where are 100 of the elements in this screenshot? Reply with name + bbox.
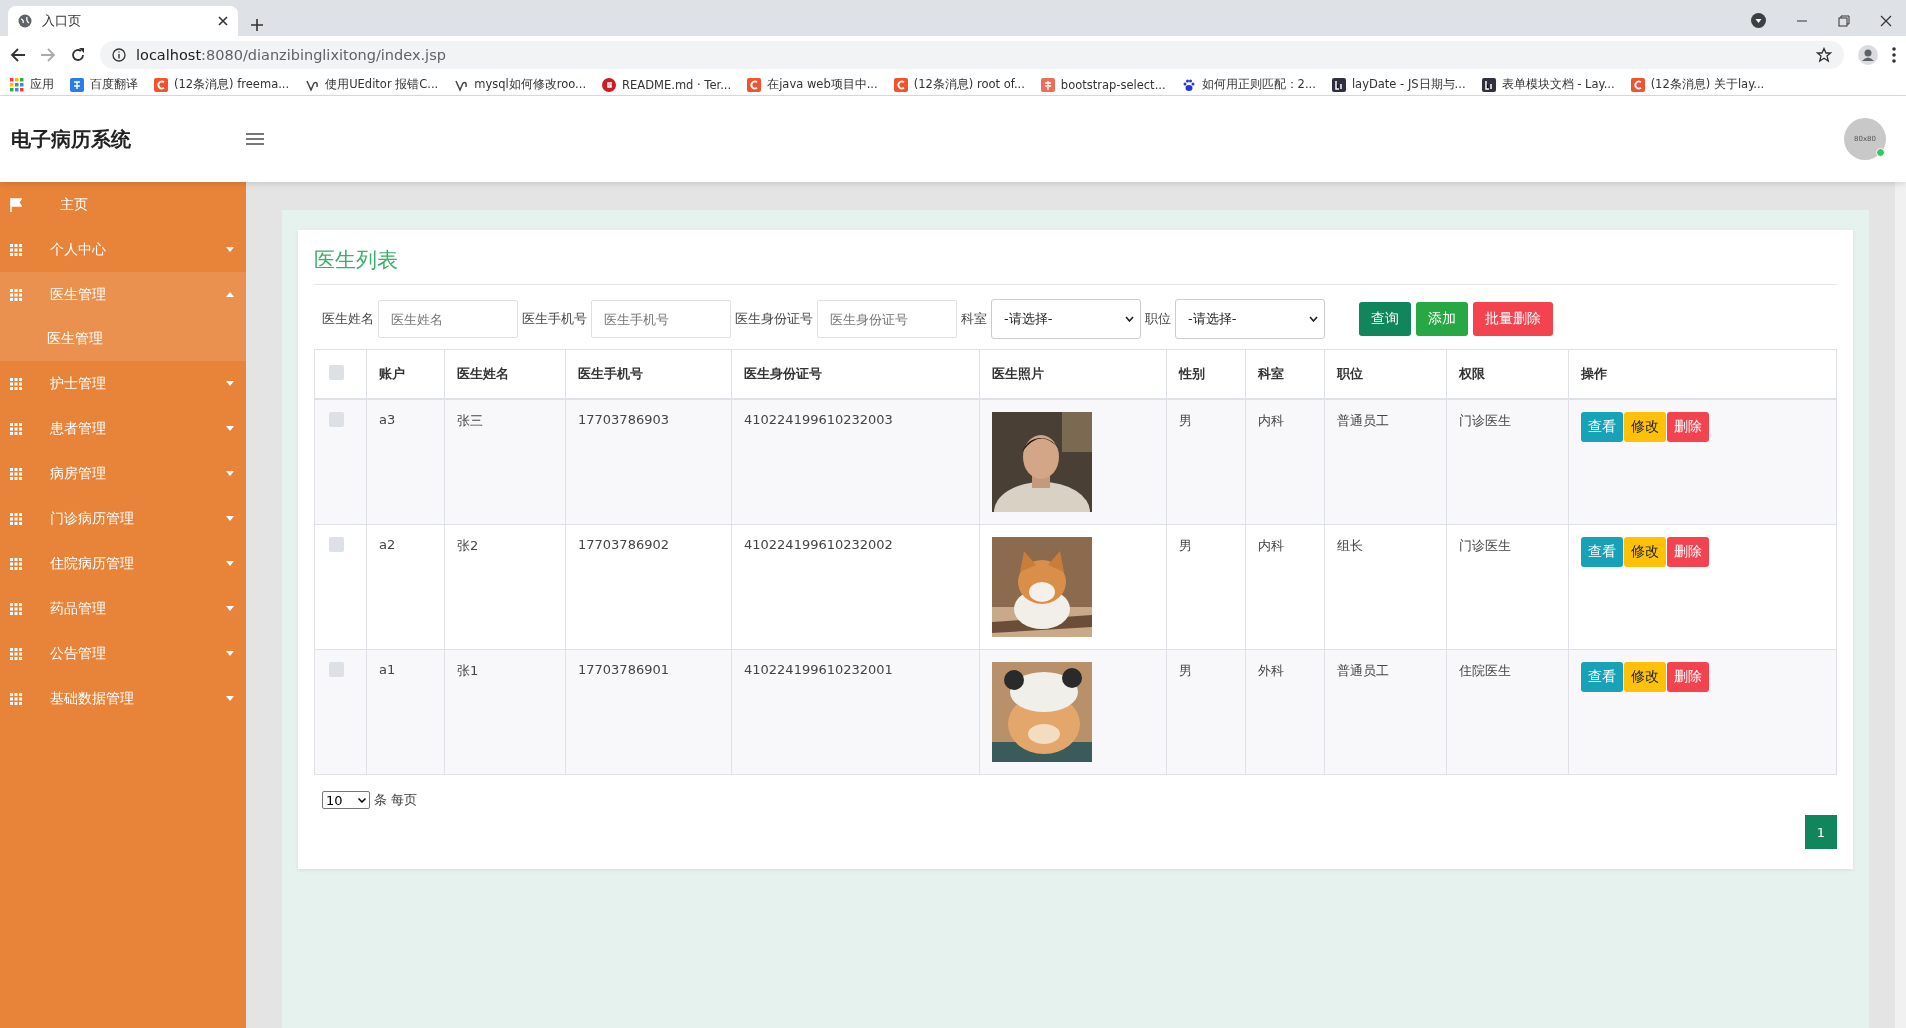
page-size-label: 条 每页 [374,791,418,809]
bookmark[interactable]: 使用UEditor 报错C... [325,77,439,92]
sidebar-item[interactable]: 病房管理 [0,451,246,496]
square-logo-icon [1481,77,1496,92]
table-cell: 门诊医生 [1446,524,1569,650]
address-bar[interactable]: localhost:8080/dianzibinglixitong/index.jsp [100,41,1844,69]
grid-icon [10,422,22,435]
caret-icon [226,561,234,566]
bookmark[interactable]: 百度翻译 [90,77,138,92]
bookmark[interactable]: layDate - JS日期与... [1351,77,1466,92]
bookmark[interactable]: mysql如何修改roo... [474,77,587,92]
sidebar-item[interactable]: 个人中心 [0,227,246,272]
query-button[interactable]: 查询 [1359,302,1411,336]
table-cell: 17703786903 [565,399,732,525]
edit-button[interactable]: 修改 [1624,537,1666,567]
new-tab-icon[interactable] [250,18,264,32]
table-cell: 17703786902 [565,524,732,650]
back-icon[interactable] [10,47,26,63]
table-cell: 410224199610232003 [731,399,980,525]
bookmark[interactable]: 应用 [30,77,54,92]
table-cell: 男 [1166,524,1246,650]
delete-button[interactable]: 删除 [1667,662,1709,692]
square-logo-icon [1331,77,1346,92]
page-size-select[interactable]: 10 [322,791,370,809]
view-button[interactable]: 查看 [1581,537,1623,567]
view-button[interactable]: 查看 [1581,662,1623,692]
filter-label: 医生手机号 [522,310,587,328]
grid-icon [10,647,22,660]
chevron-icon [1309,316,1318,322]
input-field[interactable]: 医生手机号 [591,300,731,338]
bookmark[interactable]: 在java web项目中... [767,77,878,92]
table-cell: 17703786901 [565,649,732,775]
input-field[interactable]: 医生身份证号 [817,300,957,338]
table-cell: 外科 [1245,649,1325,775]
apps-icon [10,77,24,92]
select-field[interactable]: -请选择- [1175,299,1325,339]
table-cell: 普通员工 [1324,649,1447,775]
close-icon[interactable] [218,16,228,26]
bookmark[interactable]: 如何用正则匹配：2... [1201,77,1316,92]
bookmark[interactable]: (12条消息) freema... [174,77,290,92]
account-icon[interactable] [1858,45,1878,65]
checkbox[interactable] [329,537,344,552]
checkbox[interactable] [329,662,344,677]
delete-button[interactable]: 删除 [1667,537,1709,567]
caret-icon [226,247,234,252]
sidebar-item[interactable]: 患者管理 [0,406,246,451]
page-button[interactable]: 1 [1805,815,1837,849]
table-cell: 门诊医生 [1446,399,1569,525]
caret-icon [226,516,234,521]
close-icon[interactable] [1880,14,1892,27]
edit-button[interactable]: 修改 [1624,662,1666,692]
browser-tab[interactable]: 入口页 [8,6,238,36]
filter-label: 医生身份证号 [735,310,813,328]
flag-icon [10,197,22,212]
sidebar-item[interactable]: 住院病历管理 [0,541,246,586]
table-cell: 男 [1166,649,1246,775]
sidebar-item[interactable]: 门诊病历管理 [0,496,246,541]
select-field[interactable]: -请选择- [991,299,1141,339]
checkbox[interactable] [329,365,344,380]
sidebar-item[interactable]: 主页 [0,182,246,227]
bookmark[interactable]: (12条消息) root of... [913,77,1025,92]
star-icon[interactable] [1816,47,1832,63]
sidebar-item[interactable]: 护士管理 [0,361,246,406]
profile-dropdown-icon[interactable] [1751,13,1766,28]
reload-icon[interactable] [70,47,86,63]
scrollbar[interactable] [1895,182,1906,1028]
sidebar-item[interactable]: 基础数据管理 [0,676,246,721]
edit-button[interactable]: 修改 [1624,412,1666,442]
info-icon [112,48,126,62]
more-icon[interactable] [1892,47,1896,63]
bookmark[interactable]: 表单模块文档 - Lay... [1501,77,1615,92]
bookmark[interactable]: bootstrap-select... [1060,77,1166,92]
translate-icon [70,77,84,92]
view-button[interactable]: 查看 [1581,412,1623,442]
table-cell: 组长 [1324,524,1447,650]
checkbox[interactable] [329,412,344,427]
paw-icon [1181,77,1196,92]
chevron-icon [1125,316,1134,322]
caret-icon [226,696,234,701]
menu-icon[interactable] [246,132,264,146]
add-button[interactable]: 添加 [1416,302,1468,336]
globe-icon [18,14,32,28]
sidebar-item[interactable]: 公告管理 [0,631,246,676]
input-field[interactable]: 医生姓名 [378,300,518,338]
grid-icon [10,377,22,390]
bookmark[interactable]: README.md · Ter... [622,77,732,92]
table-cell: a1 [366,649,445,775]
c-letter-icon [747,77,762,92]
c-letter-icon [154,77,168,92]
sidebar-item[interactable]: 药品管理 [0,586,246,631]
restore-icon[interactable] [1838,14,1850,27]
delete-button[interactable]: 批量删除 [1473,302,1553,336]
table-cell: a3 [366,399,445,525]
delete-button[interactable]: 删除 [1667,412,1709,442]
bookmark-icon [1040,77,1055,92]
chevron-icon [358,797,366,803]
grid-icon [10,602,22,615]
grid-icon [10,557,22,570]
table-cell: 男 [1166,399,1246,525]
bookmark[interactable]: (12条消息) 关于lay... [1650,77,1765,92]
